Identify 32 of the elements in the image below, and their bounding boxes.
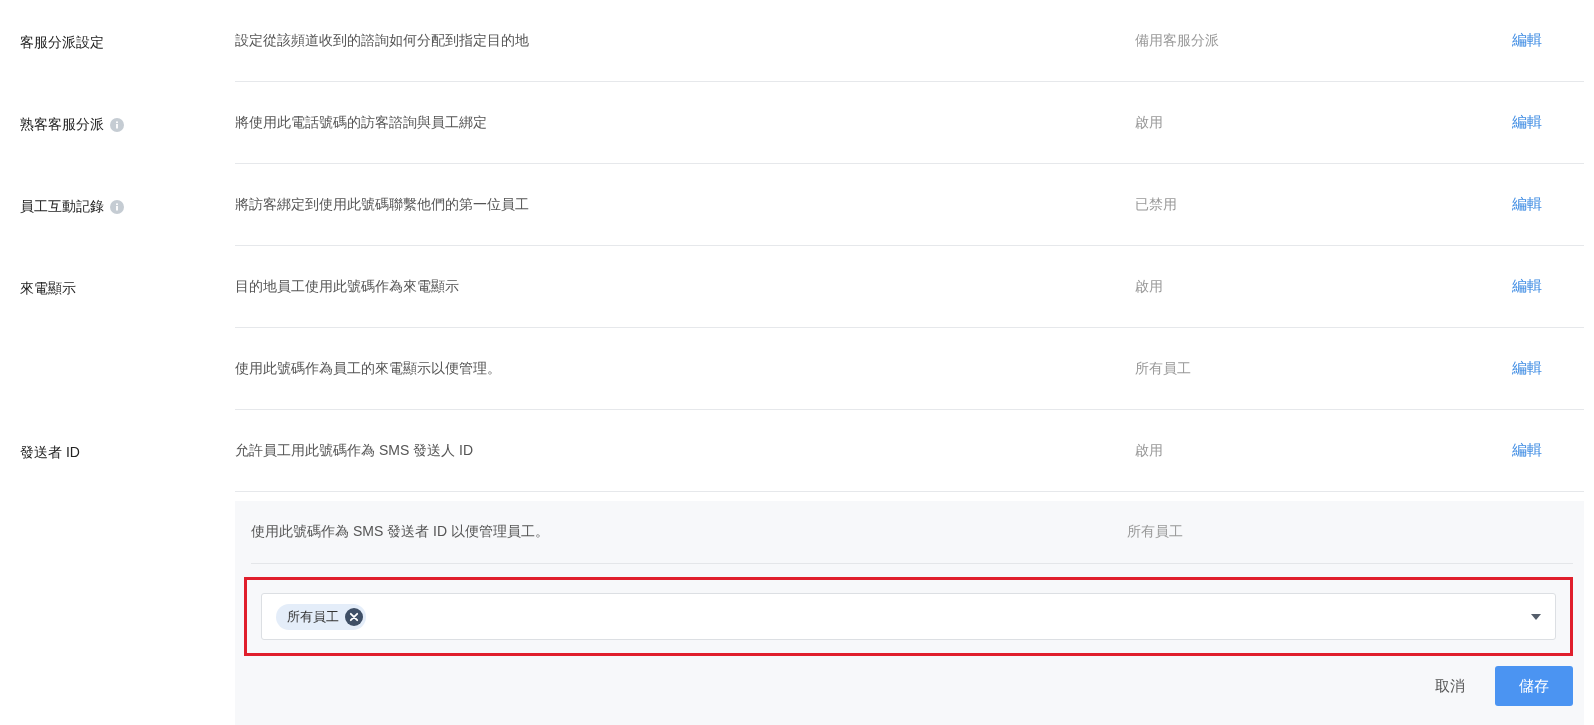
edit-link[interactable]: 編輯 bbox=[1512, 277, 1542, 296]
edit-link[interactable]: 編輯 bbox=[1512, 31, 1542, 50]
setting-value: 啟用 bbox=[1135, 441, 1164, 460]
tag-label: 所有員工 bbox=[287, 607, 339, 626]
setting-description: 將訪客綁定到使用此號碼聯繫他們的第一位員工 bbox=[235, 195, 530, 214]
setting-value: 已禁用 bbox=[1135, 195, 1178, 214]
setting-description: 目的地員工使用此號碼作為來電顯示 bbox=[235, 277, 460, 296]
selected-tag[interactable]: 所有員工 bbox=[276, 603, 366, 630]
setting-description: 將使用此電話號碼的訪客諮詢與員工綁定 bbox=[235, 113, 488, 132]
setting-value: 啟用 bbox=[1135, 113, 1164, 132]
setting-description: 允許員工用此號碼作為 SMS 發送人 ID bbox=[235, 441, 474, 460]
edit-link[interactable]: 編輯 bbox=[1512, 113, 1542, 132]
setting-value: 所有員工 bbox=[1135, 359, 1192, 378]
setting-value: 所有員工 bbox=[1127, 523, 1184, 541]
setting-value: 備用客服分派 bbox=[1135, 31, 1220, 50]
edit-link[interactable]: 編輯 bbox=[1512, 359, 1542, 378]
setting-description: 使用此號碼作為員工的來電顯示以便管理。 bbox=[235, 359, 502, 378]
remove-icon bbox=[345, 607, 363, 626]
setting-label: 員工互動記錄 bbox=[20, 198, 104, 216]
setting-label: 客服分派設定 bbox=[20, 34, 104, 52]
edit-link[interactable]: 編輯 bbox=[1512, 441, 1542, 460]
setting-label: 發送者 ID bbox=[20, 444, 80, 462]
setting-value: 啟用 bbox=[1135, 277, 1164, 296]
multi-select-field[interactable]: 所有員工 bbox=[261, 593, 1556, 640]
edit-link[interactable]: 編輯 bbox=[1512, 195, 1542, 214]
setting-description: 設定從該頻道收到的諮詢如何分配到指定目的地 bbox=[235, 31, 530, 50]
setting-label: 熟客客服分派 bbox=[20, 116, 104, 134]
cancel-button[interactable]: 取消 bbox=[1427, 666, 1473, 706]
setting-label: 來電顯示 bbox=[20, 280, 76, 298]
save-button[interactable]: 儲存 bbox=[1495, 666, 1573, 706]
caret-icon bbox=[1531, 613, 1541, 620]
setting-description: 使用此號碼作為 SMS 發送者 ID 以便管理員工。 bbox=[251, 523, 550, 541]
